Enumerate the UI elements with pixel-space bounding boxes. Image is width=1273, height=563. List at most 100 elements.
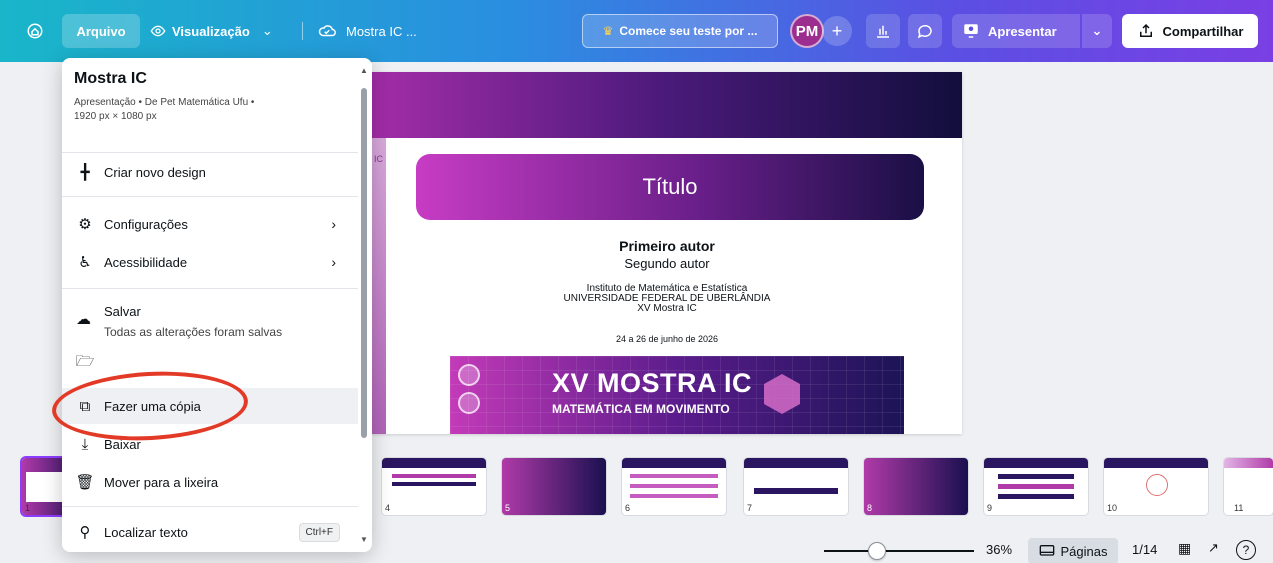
pages-icon [1039,545,1054,556]
view-menu-button[interactable]: Visualização ⌄ [150,14,273,48]
page-thumbnail-4[interactable]: 4 [382,458,486,515]
banner-subtitle: MATEMÁTICA EM MOVIMENTO [552,402,730,416]
menu-item-new-design[interactable]: ╋ Criar novo design [62,154,358,190]
doc-meta-line: Apresentação • De Pet Matemática Ufu • [74,97,255,108]
grid-view-button[interactable]: ▦ [1178,540,1191,557]
menu-item-accessibility[interactable]: ♿ Acessibilidade › [62,244,358,280]
chevron-down-icon: ⌄ [261,23,273,38]
keyboard-shortcut: Ctrl+F [298,522,340,542]
home-button[interactable] [18,14,52,48]
thumbnail-preview [984,458,1088,468]
zoom-slider-handle[interactable] [868,542,886,560]
scrollbar-thumb[interactable] [361,88,367,438]
comment-icon [917,24,932,39]
save-status: Todas as alterações foram salvas [104,325,283,339]
page-thumbnail-5[interactable]: 5 [502,458,606,515]
bar-chart-icon [877,25,889,38]
page-thumbnail-11[interactable]: 11 [1224,458,1273,515]
view-menu-label: Visualização [172,23,250,39]
zoom-level[interactable]: 36% [986,542,1012,557]
page-number: 4 [385,503,391,513]
page-counter: 1/14 [1132,542,1158,557]
thumbnail-preview [1104,458,1208,468]
comments-button[interactable] [908,14,942,48]
event-banner[interactable]: XV MOSTRA IC MATEMÁTICA EM MOVIMENTO [450,356,904,434]
first-author[interactable]: Primeiro autor [372,238,962,254]
menu-item-find-text[interactable]: ⚲ Localizar texto Ctrl+F [62,514,358,550]
second-author[interactable]: Segundo autor [372,256,962,271]
present-icon [964,24,978,38]
thumbnail-preview [998,494,1074,499]
avatar[interactable]: PM [790,14,824,48]
slide-title[interactable]: Título [642,174,697,200]
menu-doc-meta: Apresentação • De Pet Matemática Ufu • 1… [74,96,354,124]
thumbnail-preview [1224,458,1273,468]
chevron-right-icon: › [331,254,336,270]
add-collaborator-button[interactable]: + [822,16,852,46]
menu-item-label: Criar novo design [104,164,206,180]
add-design-icon: ╋ [80,164,90,181]
trash-icon: 🗑 [75,474,95,491]
menu-divider [62,288,358,289]
eye-icon [150,25,166,37]
present-button[interactable]: Apresentar [952,14,1080,48]
thumbnail-preview [382,458,486,468]
doc-title-button[interactable]: Mostra IC ... [318,14,417,48]
chevron-down-icon: ⌄ [1091,23,1103,38]
insights-button[interactable] [866,14,900,48]
present-label: Apresentar [988,23,1057,39]
download-icon: ⤓ [81,435,89,453]
top-toolbar: Arquivo Visualização ⌄ Mostra IC ... ♛ C… [0,0,1273,62]
menu-item-settings[interactable]: ⚙ Configurações › [62,206,358,242]
menu-item-save[interactable]: ☁ Salvar Todas as alterações foram salva… [62,296,358,352]
event-line: XV Mostra IC [637,303,697,314]
menu-item-label: Fazer uma cópia [104,398,201,414]
page-thumbnail-8[interactable]: 8 [864,458,968,515]
zoom-slider[interactable] [824,550,974,552]
thumbnail-preview [744,458,848,468]
menu-item-label: Baixar [104,436,141,452]
present-options-button[interactable]: ⌄ [1082,14,1112,48]
thumbnail-preview [392,474,476,478]
doc-title: Mostra IC ... [346,23,417,39]
thumbnail-preview [998,484,1074,489]
menu-divider [62,506,358,507]
thumbnail-preview [622,458,726,468]
pet-logo-icon [458,364,480,386]
share-button[interactable]: Compartilhar [1122,14,1258,48]
institution-text[interactable]: Instituto de Matemática e Estatística UN… [372,284,962,314]
menu-item-label: Acessibilidade [104,254,188,270]
menu-item-folder[interactable]: 🗁 [62,352,358,374]
slide-canvas[interactable]: IC Título Primeiro autor Segundo autor I… [372,72,962,434]
plus-icon: + [831,20,843,41]
pages-button[interactable]: Páginas [1028,538,1118,563]
start-trial-button[interactable]: ♛ Comece seu teste por ... [582,14,778,48]
menu-scrollbar[interactable]: ▲ ▼ [360,66,368,544]
slide-side-text: IC [374,154,383,164]
page-thumbnail-6[interactable]: 6 [622,458,726,515]
thumbnail-preview [1146,474,1168,496]
save-texts: Salvar Todas as alterações foram salvas [104,296,282,339]
file-menu-button[interactable]: Arquivo [62,14,140,48]
page-thumbnail-9[interactable]: 9 [984,458,1088,515]
slide-header-band [372,72,962,138]
page-number: 5 [505,503,511,513]
page-thumbnail-10[interactable]: 10 [1104,458,1208,515]
scroll-down-icon[interactable]: ▼ [360,535,368,544]
menu-item-download[interactable]: ⤓ Baixar [62,426,358,462]
page-number: 6 [625,503,631,513]
menu-item-trash[interactable]: 🗑 Mover para a lixeira [62,464,358,500]
scroll-up-icon[interactable]: ▲ [360,66,368,75]
page-thumbnail-7[interactable]: 7 [744,458,848,515]
menu-divider [62,152,358,153]
page-number: 8 [867,503,873,513]
menu-item-make-copy[interactable]: ⧉ Fazer uma cópia [62,388,358,424]
help-button[interactable]: ? [1236,540,1256,560]
event-dates[interactable]: 24 a 26 de junho de 2026 [372,334,962,344]
fullscreen-button[interactable]: ↗ [1208,540,1219,556]
thumbnail-preview [392,482,476,486]
menu-divider [62,196,358,197]
slide-title-box[interactable]: Título [416,154,924,220]
thumbnail-preview [754,488,838,494]
page-number: 10 [1107,503,1118,513]
